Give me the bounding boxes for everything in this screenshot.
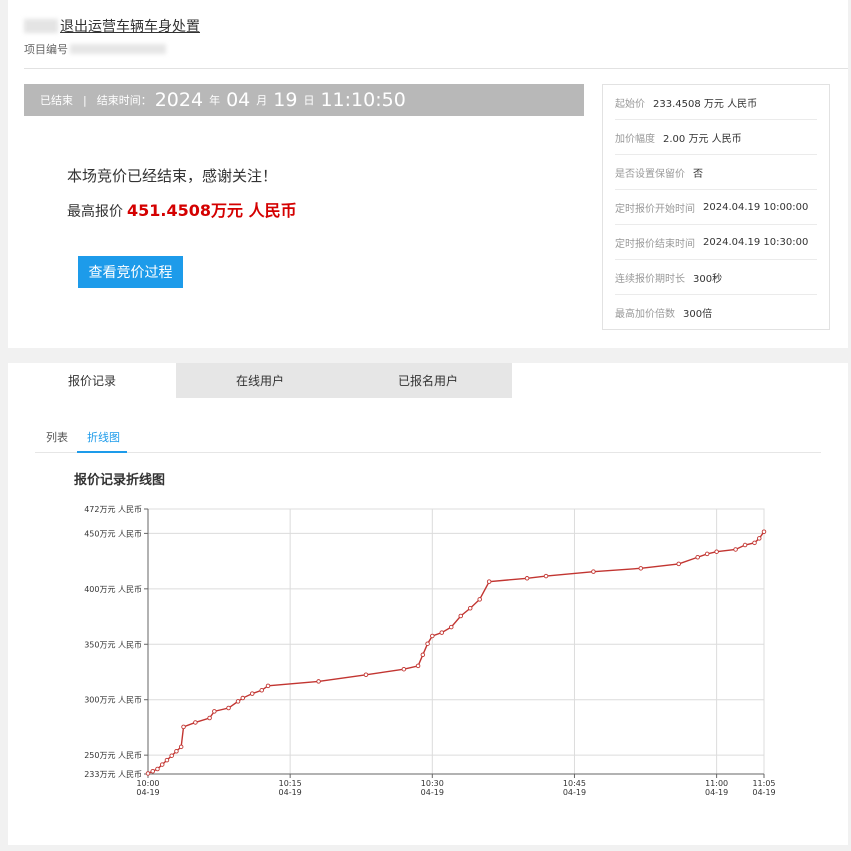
data-point [178, 744, 184, 750]
data-point [235, 699, 241, 704]
x-tick-time-label: 11:00 [705, 779, 728, 788]
data-point [742, 542, 748, 548]
bid-line-chart: 233万元 人民币 250万元 人民币 300万元 人民币 350万元 人民币 400万… [84, 505, 775, 797]
data-point [430, 633, 435, 639]
x-tick-date-label: 04-19 [563, 788, 586, 797]
data-point [415, 663, 421, 669]
x-tick-date-label: 04-19 [136, 788, 159, 797]
data-point [638, 566, 644, 571]
data-point [401, 666, 407, 672]
data-point [761, 529, 767, 534]
data-point [695, 554, 700, 560]
data-point [757, 536, 762, 541]
data-point [467, 605, 473, 611]
y-tick-label: 450万元 人民币 [84, 529, 142, 538]
plot-area [147, 508, 765, 775]
data-point [169, 753, 174, 758]
x-tick-date-label: 04-19 [705, 788, 728, 797]
data-point [226, 705, 231, 711]
data-point [458, 613, 463, 619]
y-tick-label: 233万元 人民币 [84, 770, 142, 779]
data-point [193, 720, 198, 725]
data-point [420, 652, 426, 658]
series-line [147, 531, 765, 775]
x-tick-time-label: 11:05 [752, 779, 775, 788]
x-tick-date-label: 04-19 [279, 788, 302, 797]
data-point [543, 573, 549, 579]
data-point [259, 688, 264, 693]
data-point [164, 757, 170, 763]
data-point [676, 561, 681, 567]
data-point [524, 576, 530, 581]
y-tick-label: 400万元 人民币 [84, 585, 142, 594]
data-point [159, 762, 165, 767]
x-tick-date-label: 04-19 [421, 788, 444, 797]
data-point [449, 624, 454, 630]
data-point [145, 771, 151, 776]
y-tick-label: 300万元 人民币 [84, 696, 142, 705]
x-tick-time-label: 10:15 [279, 779, 302, 788]
x-tick-time-label: 10:45 [563, 779, 586, 788]
data-point [155, 766, 160, 772]
data-point [704, 551, 710, 557]
data-point [591, 569, 596, 574]
data-point [477, 597, 482, 602]
x-tick-time-label: 10:00 [136, 779, 159, 788]
data-point [439, 630, 445, 635]
data-point [363, 672, 369, 678]
data-point [240, 695, 246, 701]
y-tick-label: 472万元 人民币 [84, 505, 142, 514]
data-point [486, 579, 492, 584]
data-point [265, 683, 271, 689]
data-point [752, 540, 757, 546]
data-point [150, 768, 155, 774]
data-point [181, 724, 186, 730]
data-point [212, 709, 217, 714]
x-tick-date-label: 04-19 [752, 788, 775, 797]
data-point [207, 715, 212, 721]
y-tick-label: 250万元 人民币 [84, 751, 142, 760]
data-point [174, 749, 179, 754]
y-tick-label: 350万元 人民币 [84, 640, 142, 649]
data-point [425, 641, 430, 646]
data-point [733, 547, 738, 552]
x-tick-time-label: 10:30 [421, 779, 444, 788]
data-point [249, 691, 255, 696]
data-point [714, 549, 719, 554]
data-point [316, 679, 321, 684]
